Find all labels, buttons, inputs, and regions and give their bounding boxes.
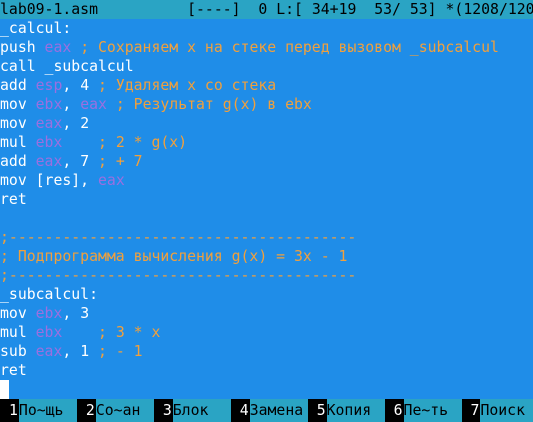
code-line[interactable]: ret: [0, 190, 533, 209]
code-line[interactable]: sub eax, 1 ; - 1: [0, 342, 533, 361]
fkey-number: 1: [0, 399, 19, 422]
code-token-op: ,: [62, 96, 81, 113]
fkey-2-button[interactable]: 2 Со~ан: [76, 399, 154, 422]
code-token-comment: ;---------------------------------------: [0, 267, 357, 284]
code-token-reg: eax: [98, 172, 125, 189]
fkey-label: Копия: [326, 399, 385, 422]
code-token-op: , 1: [62, 343, 99, 360]
code-token-op: , 2: [62, 115, 90, 132]
fkey-number: 3: [153, 399, 173, 422]
code-token-reg: ebx: [35, 305, 63, 322]
code-line[interactable]: ; Подпрограмма вычисления g(x) = 3x - 1: [0, 247, 533, 266]
code-token-reg: ebx: [35, 324, 63, 341]
status-column: 0: [258, 1, 268, 18]
fkey-label: По~щь: [18, 399, 77, 422]
fkey-label: Поиск: [480, 399, 533, 422]
code-line[interactable]: ;---------------------------------------: [0, 228, 533, 247]
fkey-3-button[interactable]: 3 Блок: [153, 399, 231, 422]
code-token-kw: call _subcalcul: [0, 58, 134, 75]
code-token-kw: mov: [0, 305, 36, 322]
code-token-reg: eax: [44, 39, 72, 56]
code-token-kw: mov [res],: [0, 172, 98, 189]
code-line[interactable]: add esp, 4 ; Удаляем x со стека: [0, 76, 533, 95]
status-line-info: L:[ 34+19 53/ 53]: [276, 1, 437, 18]
code-line[interactable]: ;---------------------------------------: [0, 266, 533, 285]
fkey-number: 5: [307, 399, 327, 422]
function-key-bar: 1 По~щь 2 Со~ан 3 Блок 4 Замена 5 Копия 6 Пе~ть 7 Пои…: [0, 399, 533, 422]
code-line[interactable]: [0, 209, 533, 228]
code-token-kw: add: [0, 77, 36, 94]
fkey-label: Пе~ть: [403, 399, 462, 422]
code-line[interactable]: mov [res], eax: [0, 171, 533, 190]
code-token-op: , 4: [62, 77, 99, 94]
code-token-label: _subcalcul:: [0, 286, 98, 303]
status-size-info: *(1208/1208: [445, 1, 533, 18]
code-token-comment: ;---------------------------------------: [0, 229, 357, 246]
code-line[interactable]: mul ebx ; 3 * x: [0, 323, 533, 342]
status-filename: lab09-1.asm: [0, 1, 98, 18]
code-token-comment: ; Результат g(x) в ebx: [106, 96, 312, 113]
code-token-reg: eax: [35, 153, 63, 170]
code-token-label: _calcul:: [0, 20, 72, 37]
fkey-label: Замена: [249, 399, 308, 422]
code-token-comment: ; 2 * g(x): [62, 134, 188, 151]
code-editor[interactable]: _calcul: push eax ; Сохраняем x на стеке …: [0, 19, 533, 399]
fkey-5-button[interactable]: 5 Копия: [307, 399, 385, 422]
code-line[interactable]: mul ebx ; 2 * g(x): [0, 133, 533, 152]
code-line[interactable]: mov ebx, eax ; Результат g(x) в ebx: [0, 95, 533, 114]
fkey-number: 6: [384, 399, 404, 422]
code-line[interactable]: call _subcalcul: [0, 57, 533, 76]
text-cursor: [0, 380, 9, 399]
code-line[interactable]: _subcalcul:: [0, 285, 533, 304]
fkey-label: Блок: [172, 399, 231, 422]
status-mode: [----]: [187, 1, 241, 18]
code-token-comment: ; + 7: [98, 153, 143, 170]
code-token-kw: ret: [0, 362, 27, 379]
code-token-kw: add: [0, 153, 36, 170]
code-token-reg: ebx: [35, 96, 63, 113]
code-token-kw: mul: [0, 134, 36, 151]
code-token-reg: ebx: [35, 134, 63, 151]
code-line[interactable]: mov ebx, 3: [0, 304, 533, 323]
fkey-number: 4: [230, 399, 250, 422]
code-token-reg: eax: [35, 343, 63, 360]
code-token-kw: ret: [0, 191, 27, 208]
code-token-op: , 3: [62, 305, 90, 322]
code-token-kw: sub: [0, 343, 36, 360]
code-line[interactable]: add eax, 7 ; + 7: [0, 152, 533, 171]
code-line[interactable]: _calcul:: [0, 19, 533, 38]
fkey-number: 7: [461, 399, 481, 422]
code-token-kw: mov: [0, 96, 36, 113]
code-token-kw: mul: [0, 324, 36, 341]
status-bar: lab09-1.asm [----] 0 L:[ 34+19 53/ 53] *…: [0, 0, 533, 19]
fkey-6-button[interactable]: 6 Пе~ть: [384, 399, 462, 422]
code-token-reg: esp: [35, 77, 63, 94]
code-token-comment: ; - 1: [98, 343, 143, 360]
code-token-kw: push: [0, 39, 45, 56]
code-line[interactable]: [0, 380, 533, 399]
fkey-number: 2: [76, 399, 96, 422]
code-token-kw: mov: [0, 115, 36, 132]
code-token-op: , 7: [62, 153, 99, 170]
code-line[interactable]: ret: [0, 361, 533, 380]
fkey-7-button[interactable]: 7 Поиск: [461, 399, 533, 422]
code-token-comment: ; Подпрограмма вычисления g(x) = 3x - 1: [0, 248, 348, 265]
code-line[interactable]: mov eax, 2: [0, 114, 533, 133]
code-token-comment: ; Удаляем x со стека: [98, 77, 277, 94]
code-token-comment: ; Сохраняем x на стеке перед вызовом _su…: [71, 39, 499, 56]
fkey-4-button[interactable]: 4 Замена: [230, 399, 308, 422]
fkey-label: Со~ан: [95, 399, 154, 422]
code-token-reg: eax: [35, 115, 63, 132]
code-line[interactable]: push eax ; Сохраняем x на стеке перед вы…: [0, 38, 533, 57]
fkey-1-button[interactable]: 1 По~щь: [0, 399, 77, 422]
code-token-reg: eax: [80, 96, 107, 113]
code-token-comment: ; 3 * x: [62, 324, 161, 341]
